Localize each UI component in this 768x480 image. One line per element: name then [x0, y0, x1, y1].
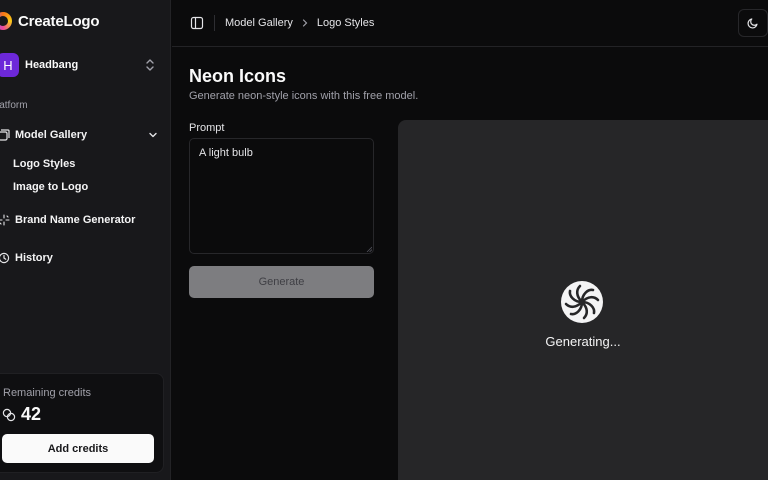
sidebar-subitem-image-to-logo[interactable]: Image to Logo	[13, 181, 88, 193]
workspace-avatar: H	[0, 53, 19, 77]
page-subtitle: Generate neon-style icons with this free…	[189, 90, 419, 102]
sidebar-item-label: Brand Name Generator	[15, 214, 136, 226]
chevron-down-icon[interactable]	[148, 130, 158, 140]
theme-toggle-button[interactable]	[738, 9, 768, 37]
sidebar: CreateLogo H Headbang latform Model Gall…	[0, 0, 171, 480]
loading-spinner-icon	[561, 281, 603, 323]
preview-panel: Generating...	[398, 120, 768, 480]
breadcrumb: Model Gallery Logo Styles	[225, 17, 374, 29]
clock-icon	[0, 252, 10, 264]
credits-card: Remaining credits 42 Add credits	[0, 373, 164, 473]
resize-grip-icon[interactable]	[366, 246, 372, 252]
sidebar-toggle-icon[interactable]	[190, 16, 204, 30]
prompt-label: Prompt	[189, 122, 225, 134]
coins-icon	[2, 408, 16, 421]
breadcrumb-item-logo-styles: Logo Styles	[316, 17, 375, 29]
credits-value-row: 42	[2, 404, 41, 425]
sidebar-item-history[interactable]: History	[0, 250, 53, 266]
workspace-switcher[interactable]: H Headbang	[0, 52, 165, 78]
chevron-right-icon	[302, 19, 308, 27]
brand-logo-icon	[0, 12, 12, 30]
sparkles-icon	[0, 214, 10, 226]
sidebar-item-model-gallery[interactable]: Model Gallery	[0, 127, 87, 143]
header: Model Gallery Logo Styles	[172, 0, 768, 47]
page-title: Neon Icons	[189, 66, 287, 86]
gallery-icon	[0, 129, 10, 141]
sidebar-item-label: Model Gallery	[15, 129, 88, 141]
sidebar-subitem-logo-styles[interactable]: Logo Styles	[13, 158, 75, 170]
credits-value: 42	[21, 404, 42, 424]
section-label-platform: latform	[0, 100, 28, 111]
add-credits-button[interactable]: Add credits	[2, 434, 154, 463]
brand[interactable]: CreateLogo	[0, 12, 100, 30]
prompt-input[interactable]	[189, 138, 374, 254]
generating-status: Generating...	[545, 334, 621, 349]
generate-button[interactable]: Generate	[189, 266, 374, 298]
chevrons-up-down-icon	[146, 59, 154, 71]
header-divider	[214, 15, 215, 31]
sidebar-item-label: History	[15, 252, 53, 264]
moon-icon	[747, 18, 758, 29]
breadcrumb-item-model-gallery[interactable]: Model Gallery	[225, 17, 293, 29]
credits-label: Remaining credits	[3, 387, 92, 399]
sidebar-item-brand-name-generator[interactable]: Brand Name Generator	[0, 212, 135, 228]
brand-name: CreateLogo	[18, 12, 100, 30]
workspace-name: Headbang	[25, 59, 79, 71]
